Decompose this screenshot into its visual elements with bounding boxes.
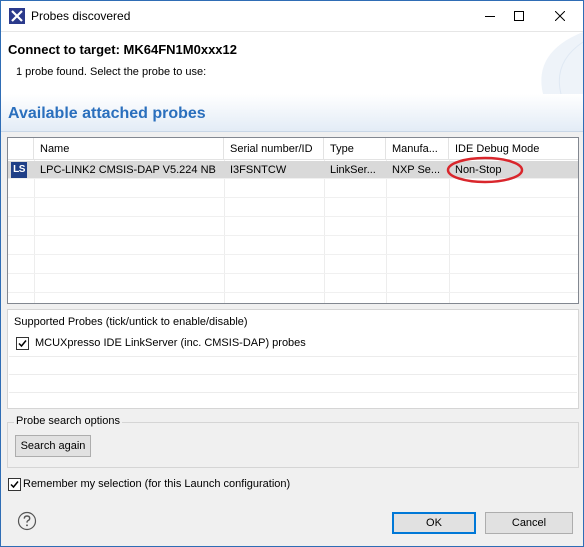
close-icon — [555, 11, 565, 21]
probes-dialog: Probes discovered Connect to target: MK6… — [0, 0, 584, 547]
probe-table[interactable]: Name Serial number/ID Type Manufa... IDE… — [7, 137, 579, 304]
linkserver-probes-checkbox[interactable] — [16, 337, 29, 350]
probe-serial: I3FSNTCW — [230, 164, 287, 176]
list-divider — [9, 374, 577, 375]
close-button[interactable] — [537, 1, 583, 31]
linkserver-icon: LS — [11, 162, 27, 178]
table-row-empty — [8, 199, 578, 217]
ok-button[interactable]: OK — [392, 512, 476, 534]
checkmark-icon — [10, 481, 19, 489]
probe-name: LPC-LINK2 CMSIS-DAP V5.224 NB — [40, 164, 216, 176]
column-header-type[interactable]: Type — [324, 138, 386, 160]
dialog-header: Connect to target: MK64FN1M0xxx12 1 prob… — [1, 32, 583, 94]
list-divider — [9, 392, 577, 393]
probe-manufacturer: NXP Se... — [392, 164, 441, 176]
probe-search-label: Probe search options — [14, 415, 122, 427]
column-header-manufacturer[interactable]: Manufa... — [386, 138, 449, 160]
remember-selection-label[interactable]: Remember my selection (for this Launch c… — [23, 478, 290, 490]
column-header-name[interactable]: Name — [34, 138, 224, 160]
table-row[interactable]: LS LPC-LINK2 CMSIS-DAP V5.224 NB I3FSNTC… — [8, 161, 578, 179]
cancel-button[interactable]: Cancel — [485, 512, 573, 534]
help-icon[interactable] — [17, 511, 37, 531]
search-again-button[interactable]: Search again — [15, 435, 91, 457]
supported-probes-label: Supported Probes (tick/untick to enable/… — [12, 316, 250, 328]
probe-search-group: Probe search options Search again — [7, 415, 579, 468]
list-divider — [9, 356, 577, 357]
table-row-empty — [8, 256, 578, 274]
section-band: Available attached probes — [1, 94, 583, 132]
column-header-serial[interactable]: Serial number/ID — [224, 138, 324, 160]
table-row-empty — [8, 218, 578, 236]
table-header: Name Serial number/ID Type Manufa... IDE… — [8, 138, 578, 160]
header-message: 1 probe found. Select the probe to use: — [16, 66, 207, 78]
table-row-empty — [8, 237, 578, 255]
column-header-icon[interactable] — [8, 138, 34, 160]
table-row-empty — [8, 275, 578, 293]
remember-selection-checkbox[interactable] — [8, 478, 21, 491]
window-title: Probes discovered — [31, 9, 131, 23]
column-header-debug-mode[interactable]: IDE Debug Mode — [449, 138, 578, 160]
section-title: Available attached probes — [8, 105, 206, 122]
app-x-icon — [9, 8, 25, 24]
maximize-icon — [514, 11, 524, 21]
linkserver-probes-label[interactable]: MCUXpresso IDE LinkServer (inc. CMSIS-DA… — [35, 337, 306, 349]
checkmark-icon — [18, 340, 27, 348]
minimize-icon — [485, 16, 495, 17]
table-row-empty — [8, 180, 578, 198]
header-title: Connect to target: MK64FN1M0xxx12 — [8, 42, 237, 57]
banner-decoration-icon — [541, 32, 583, 94]
probe-type: LinkSer... — [330, 164, 376, 176]
probe-debug-mode: Non-Stop — [455, 164, 502, 176]
supported-probes-group: Supported Probes (tick/untick to enable/… — [7, 309, 579, 409]
title-bar[interactable]: Probes discovered — [1, 1, 583, 32]
maximize-button[interactable] — [496, 1, 542, 31]
